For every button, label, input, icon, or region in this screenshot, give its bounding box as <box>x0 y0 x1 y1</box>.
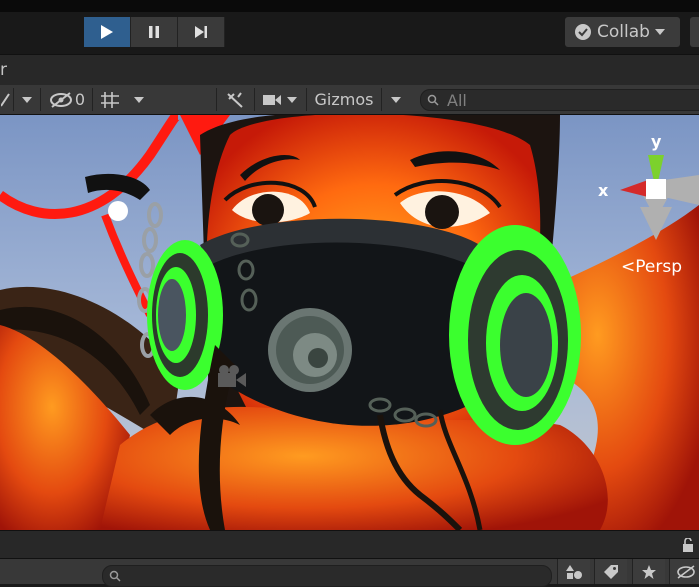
draw-mode-dropdown[interactable] <box>0 85 12 114</box>
star-icon <box>642 564 656 579</box>
grid-chevron[interactable] <box>127 85 151 114</box>
search-icon <box>427 94 439 106</box>
account-button[interactable] <box>690 17 699 47</box>
axis-x-label: x <box>598 181 609 200</box>
collab-button[interactable]: Collab <box>565 17 680 47</box>
grid-icon <box>101 91 119 108</box>
step-button[interactable] <box>178 17 225 47</box>
camera-icon <box>263 94 281 105</box>
projection-label[interactable]: <Persp <box>621 257 682 277</box>
scene-tab-bar: r <box>0 54 699 85</box>
favorites-button[interactable] <box>632 559 665 584</box>
chevron-down-icon <box>391 96 401 103</box>
playmode-controls <box>84 17 225 47</box>
gizmos-button[interactable]: Gizmos <box>310 85 378 114</box>
pause-button[interactable] <box>131 17 178 47</box>
chevron-down-icon <box>287 96 297 103</box>
filter-by-label-button[interactable] <box>594 559 627 584</box>
hidden-packages-button[interactable] <box>669 559 699 584</box>
gizmos-label: Gizmos <box>314 90 374 109</box>
eye-slash-icon <box>49 91 72 108</box>
chevron-down-icon <box>134 96 144 103</box>
effects-toggle[interactable] <box>219 85 251 114</box>
shapes-icon <box>566 564 582 579</box>
collab-label: Collab <box>597 22 650 42</box>
axis-y-label: y <box>651 132 662 151</box>
window-top-strip <box>0 0 699 12</box>
tab-scene-label[interactable]: r <box>0 60 7 80</box>
lock-icon[interactable] <box>682 538 694 552</box>
draw-mode-chevron[interactable] <box>16 85 38 114</box>
project-search-input[interactable] <box>102 565 552 587</box>
scene-toolbar: 0 Gizmos All <box>0 85 699 115</box>
project-toolbar <box>0 558 699 587</box>
play-icon <box>101 25 113 39</box>
check-icon <box>575 24 591 40</box>
search-icon <box>109 570 121 582</box>
search-placeholder: All <box>447 90 467 110</box>
visibility-toggle[interactable]: 0 <box>44 85 90 114</box>
chevron-down-icon <box>22 96 32 103</box>
camera-settings-button[interactable] <box>258 85 302 114</box>
pause-icon <box>149 26 159 38</box>
chevron-down-icon <box>654 29 665 35</box>
draw-mode-icon <box>1 92 10 107</box>
eye-slash-icon <box>677 564 695 579</box>
tag-icon <box>604 564 618 579</box>
scene-viewport[interactable]: y x <Persp <box>0 115 699 530</box>
main-toolbar: Collab <box>0 12 699 54</box>
effects-icon <box>227 91 243 108</box>
step-icon <box>195 26 207 38</box>
gizmos-chevron[interactable] <box>384 85 408 114</box>
hidden-count: 0 <box>74 90 86 109</box>
grid-toggle[interactable] <box>95 85 125 114</box>
scene-search-input[interactable]: All <box>420 89 699 111</box>
bottom-panel-header <box>0 530 699 559</box>
scene-render: y x <Persp <box>0 115 699 530</box>
filter-by-type-button[interactable] <box>557 559 590 584</box>
play-button[interactable] <box>84 17 131 47</box>
